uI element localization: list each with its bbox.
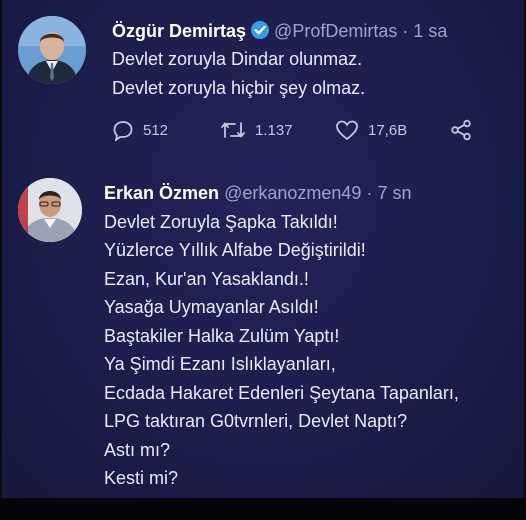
- retweet-icon: [221, 122, 245, 138]
- tweet2-text-line: Yasağa Uymayanlar Asıldı!: [104, 297, 319, 317]
- like-icon: [336, 120, 358, 141]
- tweet2-text-line: Ya Şimdi Ezanı Islıklayanları,: [104, 354, 336, 374]
- tweet2-timestamp[interactable]: 7 sn: [377, 183, 411, 203]
- tweet2-text-line: Astı mı?: [104, 440, 171, 460]
- tweet2-header: Erkan Özmen @erkanozmen49 · 7 sn: [104, 183, 411, 204]
- avatar-erkan[interactable]: [18, 178, 82, 242]
- tweet2-text-line: Ecdada Hakaret Edenleri Şeytana Tapanlar…: [104, 383, 459, 403]
- tweet2-handle[interactable]: @erkanozmen49: [224, 183, 361, 203]
- retweet-count: 1.137: [255, 121, 293, 139]
- tweet-screenshot: Özgür Demirtaş @ProfDemirtas · 1 sa Devle…: [2, 0, 524, 498]
- verified-badge-icon: [250, 20, 270, 45]
- avatar-ozgur[interactable]: [18, 16, 86, 84]
- tweet2-text-line: Ezan, Kur'an Yasaklandı.!: [104, 269, 309, 289]
- tweet2-text-line: Yüzlerce Yıllık Alfabe Değiştirildi!: [104, 240, 366, 260]
- tweet1-handle[interactable]: @ProfDemirtas: [274, 21, 397, 41]
- reply-button[interactable]: 512: [112, 119, 168, 141]
- tweet2-text-line: Devlet Zoruyla Şapka Takıldı!: [104, 212, 338, 232]
- tweet1-separator: ·: [402, 21, 409, 41]
- tweet2-text-line: LPG taktıran G0tvrnleri, Devlet Naptı?: [104, 411, 408, 431]
- reply-icon: [113, 121, 133, 141]
- tweet2-display-name[interactable]: Erkan Özmen: [104, 183, 219, 203]
- tweet2-text-line: Kesti mi?: [104, 468, 179, 488]
- tweet1-header: Özgür Demirtaş @ProfDemirtas · 1 sa: [112, 20, 447, 45]
- retweet-button[interactable]: 1.137: [220, 119, 293, 141]
- reply-count: 512: [143, 121, 169, 139]
- tweet1-text-line: Devlet zoruyla hiçbir şey olmaz.: [112, 78, 366, 98]
- like-count: 17,6B: [368, 121, 408, 139]
- tweet1-text-line: Devlet zoruyla Dindar olunmaz.: [112, 49, 363, 69]
- like-button[interactable]: 17,6B: [335, 119, 407, 141]
- share-button[interactable]: [450, 119, 472, 141]
- tweet1-display-name[interactable]: Özgür Demirtaş: [112, 21, 246, 41]
- tweet2-separator: ·: [366, 183, 373, 203]
- tweet2-text-line: Baştakiler Halka Zulüm Yaptı!: [104, 326, 340, 346]
- bottom-black-bar: [0, 498, 526, 520]
- tweet1-timestamp[interactable]: 1 sa: [413, 21, 447, 41]
- share-icon: [451, 119, 471, 141]
